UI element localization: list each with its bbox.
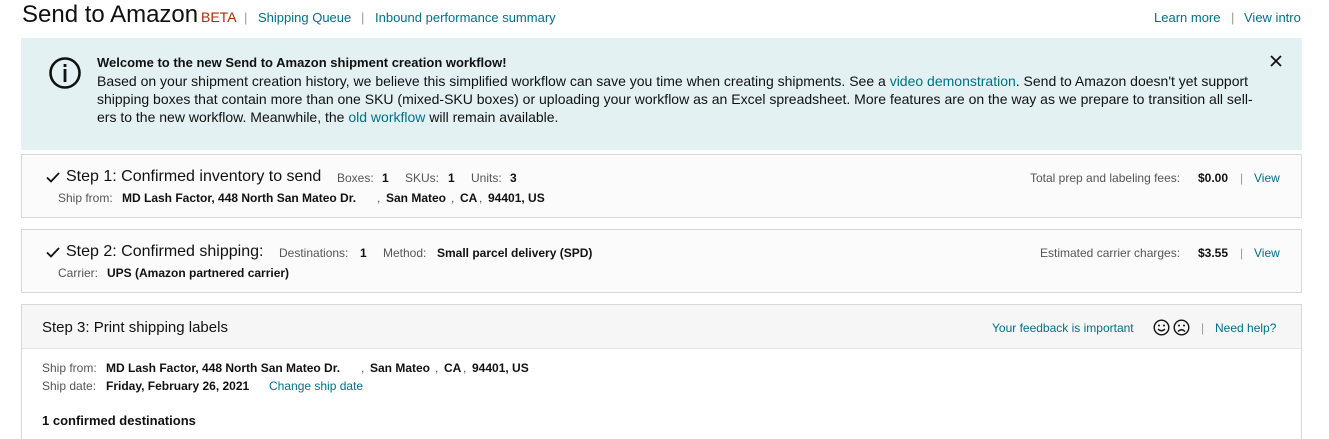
step3-header: Step 3: Print shipping labels Your feedb…	[22, 305, 1301, 349]
learn-more-link[interactable]: Learn more	[1154, 10, 1220, 25]
banner-title: Welcome to the new Send to Amazon shipme…	[97, 55, 507, 70]
change-ship-date-link[interactable]: Change ship date	[269, 379, 363, 393]
separator: |	[1201, 321, 1205, 335]
ship-from-label: Ship from:	[58, 191, 113, 205]
welcome-banner: Welcome to the new Send to Amazon shipme…	[21, 38, 1302, 150]
method-value: Small parcel delivery (SPD)	[437, 246, 593, 260]
ship-date-label: Ship date:	[42, 379, 97, 393]
carrier-value: UPS (Amazon partnered carrier)	[107, 266, 290, 280]
step2-card: Step 2: Confirmed shipping: Destinations…	[21, 229, 1302, 293]
boxes-label: Boxes:	[337, 171, 374, 185]
banner-body: Based on your shipment creation history,…	[97, 72, 1257, 126]
ship-from-zip: 94401, US	[488, 191, 545, 205]
separator: |	[244, 10, 248, 25]
separator: |	[1240, 246, 1244, 260]
old-workflow-link[interactable]: old workflow	[348, 109, 425, 125]
page-header: Send to Amazon BETA | Shipping Queue | I…	[22, 0, 1302, 34]
smile-icon[interactable]	[1153, 319, 1170, 336]
banner-text: Based on your shipment creation history,…	[97, 73, 890, 89]
ship-from-address: MD Lash Factor, 448 North San Mateo Dr.	[122, 191, 357, 205]
boxes-value: 1	[382, 171, 389, 185]
video-demonstration-link[interactable]: video demonstration	[890, 73, 1016, 89]
ship-from-city: San Mateo	[386, 191, 447, 205]
need-help-link[interactable]: Need help?	[1215, 321, 1276, 335]
skus-label: SKUs:	[405, 171, 440, 185]
comma: ,	[377, 191, 381, 205]
ship-from-label: Ship from:	[42, 361, 97, 375]
carrier-charges-value: $3.55	[1198, 246, 1229, 260]
view-intro-link[interactable]: View intro	[1244, 10, 1301, 25]
step2-view-link[interactable]: View	[1254, 246, 1280, 260]
step3-title: Step 3: Print shipping labels	[42, 319, 228, 336]
shipping-queue-link[interactable]: Shipping Queue	[258, 10, 351, 25]
comma: ,	[463, 361, 467, 375]
destinations-value: 1	[360, 246, 367, 260]
ship-from-state: CA	[444, 361, 462, 375]
comma: ,	[361, 361, 365, 375]
prep-fees-label: Total prep and labeling fees:	[1030, 171, 1181, 185]
inbound-performance-link[interactable]: Inbound performance summary	[375, 10, 556, 25]
comma: ,	[451, 191, 455, 205]
ship-from-address: MD Lash Factor, 448 North San Mateo Dr.	[106, 361, 341, 375]
step1-view-link[interactable]: View	[1254, 171, 1280, 185]
check-icon	[46, 172, 60, 183]
step1-card: Step 1: Confirmed inventory to send Boxe…	[21, 154, 1302, 218]
page-title: Send to Amazon	[22, 1, 199, 28]
ship-date-value: Friday, February 26, 2021	[106, 379, 250, 393]
units-label: Units:	[471, 171, 502, 185]
beta-badge: BETA	[201, 9, 237, 25]
ship-from-state: CA	[460, 191, 478, 205]
ship-from-zip: 94401, US	[472, 361, 529, 375]
comma: ,	[435, 361, 439, 375]
comma: ,	[479, 191, 483, 205]
separator: |	[361, 10, 365, 25]
check-icon	[46, 247, 60, 258]
carrier-label: Carrier:	[58, 266, 99, 280]
ship-from-city: San Mateo	[370, 361, 431, 375]
confirmed-destinations-heading: 1 confirmed destinations	[42, 413, 196, 428]
skus-value: 1	[448, 171, 455, 185]
units-value: 3	[510, 171, 517, 185]
separator: |	[1231, 10, 1235, 25]
separator: |	[1240, 171, 1244, 185]
banner-text: will remain available.	[425, 109, 559, 125]
step3-card: Step 3: Print shipping labels Your feedb…	[21, 304, 1302, 439]
method-label: Method:	[383, 246, 427, 260]
step1-title: Step 1: Confirmed inventory to send	[66, 168, 322, 185]
prep-fees-value: $0.00	[1198, 171, 1229, 185]
destinations-label: Destinations:	[279, 246, 349, 260]
info-icon	[49, 57, 81, 89]
frown-icon[interactable]	[1173, 319, 1190, 336]
close-icon[interactable]	[1269, 54, 1283, 68]
step2-title: Step 2: Confirmed shipping:	[66, 243, 264, 260]
feedback-link[interactable]: Your feedback is important	[992, 321, 1134, 335]
carrier-charges-label: Estimated carrier charges:	[1040, 246, 1181, 260]
